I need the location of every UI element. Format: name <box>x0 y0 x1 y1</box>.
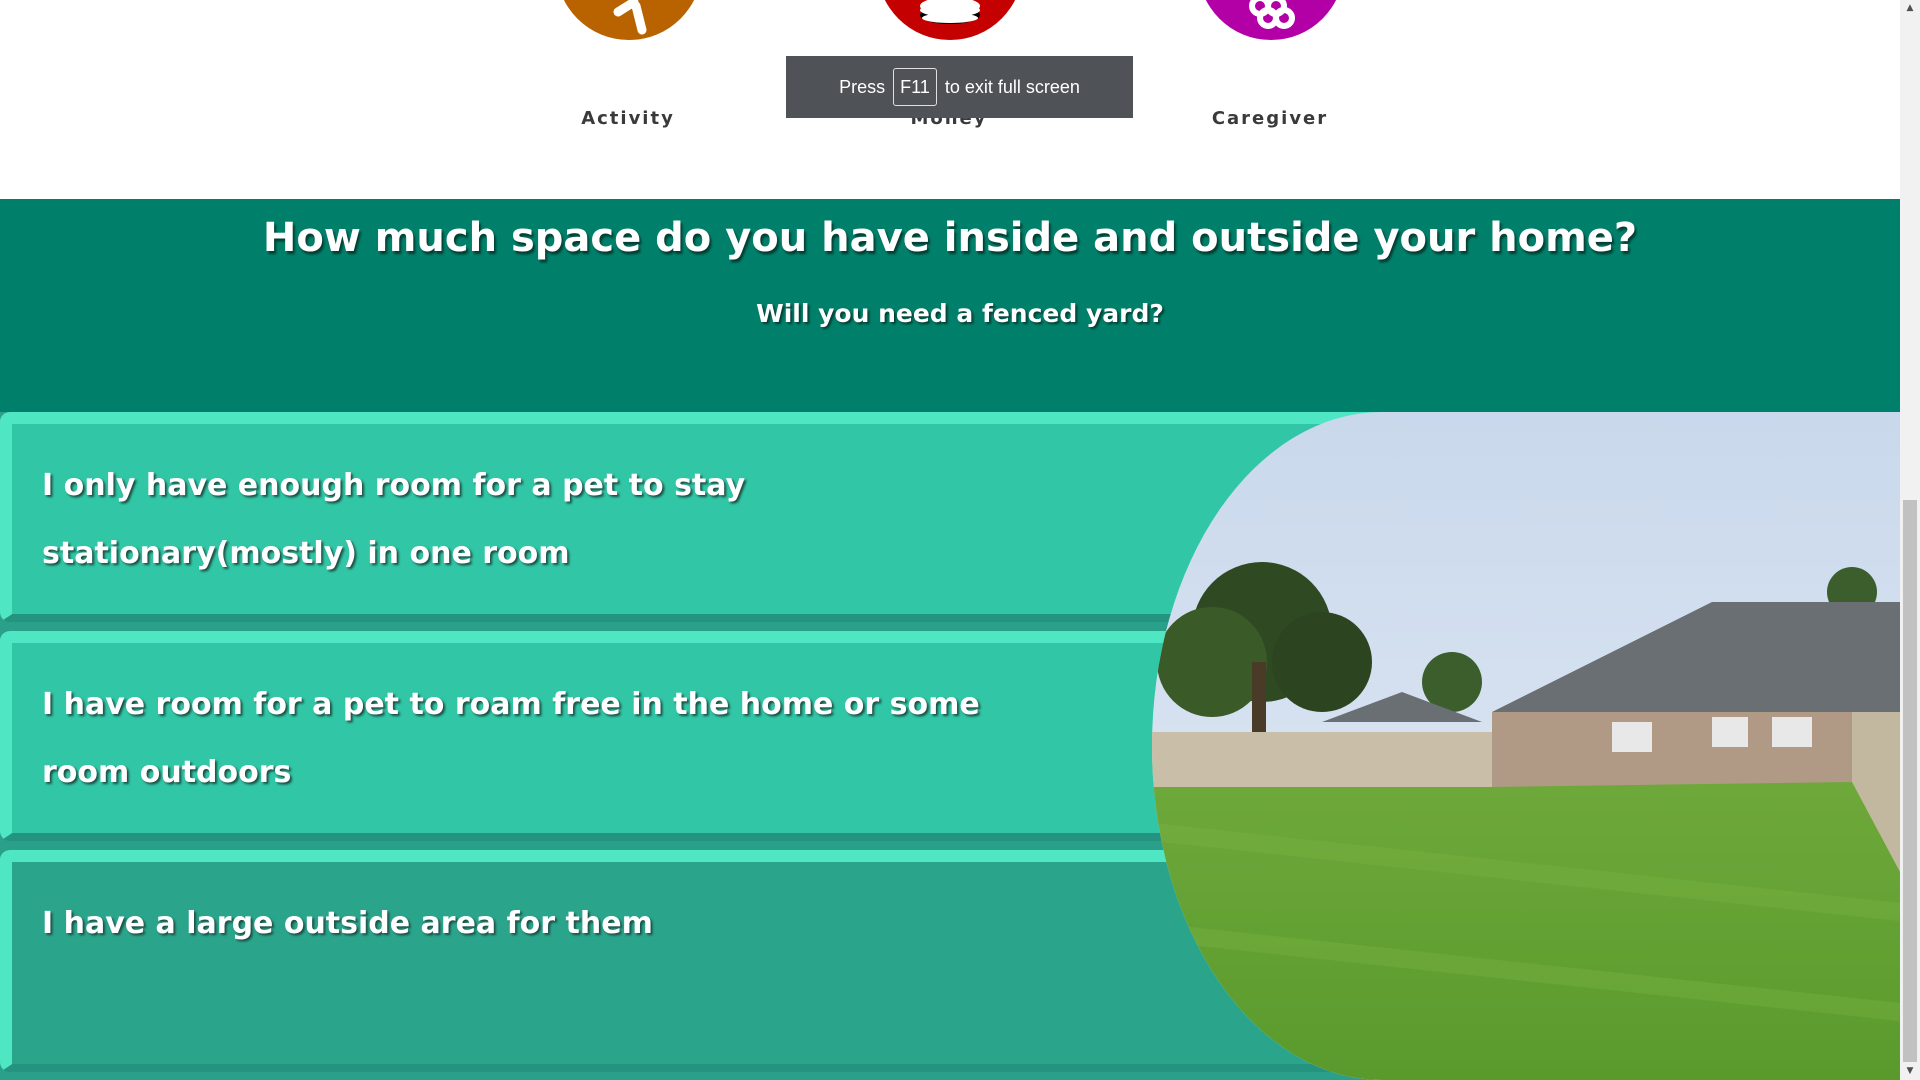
option-text: I have room for a pet to roam free in th… <box>42 687 980 790</box>
running-figure-icon[interactable] <box>556 0 702 40</box>
question-subtitle: Will you need a fenced yard? <box>756 299 1164 328</box>
scroll-down-arrow-icon[interactable]: ▼ <box>1900 1063 1920 1080</box>
toast-press: Press <box>839 76 886 97</box>
backyard-lawn-photo <box>1152 412 1900 1080</box>
scroll-up-arrow-icon[interactable]: ▲ <box>1900 0 1920 17</box>
hands-icon[interactable] <box>1198 0 1344 40</box>
question-header: How much space do you have inside and ou… <box>0 199 1900 412</box>
toast-message: to exit full screen <box>944 76 1080 97</box>
scrollbar-thumb[interactable] <box>1903 500 1917 1062</box>
toast-key: F11 <box>893 68 937 106</box>
option-text: I have a large outside area for them <box>42 906 653 941</box>
page: Activity Money Caregiver Press F11 to ex… <box>0 0 1920 1080</box>
coin-stack-icon[interactable] <box>877 0 1023 40</box>
fullscreen-toast: Press F11 to exit full screen <box>786 56 1133 118</box>
vertical-scrollbar[interactable]: ▲ ▼ <box>1900 0 1920 1080</box>
category-label: Caregiver <box>1211 108 1329 129</box>
category-label: Activity <box>581 108 675 129</box>
option-text: I only have enough room for a pet to sta… <box>42 468 746 571</box>
question-title: How much space do you have inside and ou… <box>262 215 1638 261</box>
